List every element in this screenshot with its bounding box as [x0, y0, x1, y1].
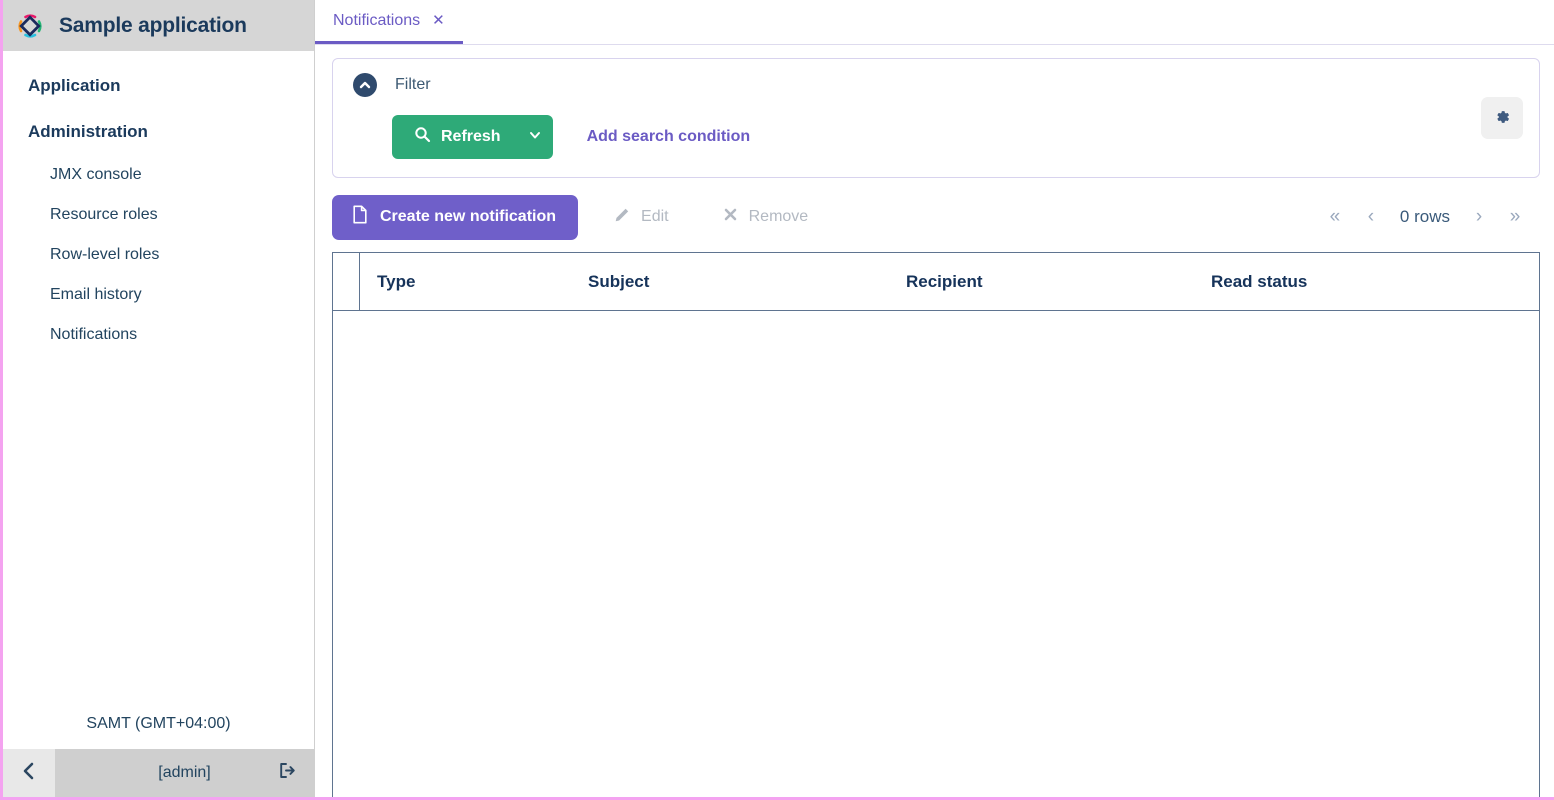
sidebar-item-row-level-roles[interactable]: Row-level roles [3, 235, 314, 275]
edit-button-label: Edit [641, 208, 669, 225]
refresh-button[interactable]: Refresh [392, 115, 553, 159]
pagination-first-button[interactable]: « [1320, 202, 1350, 232]
refresh-label: Refresh [441, 128, 501, 145]
sidebar-item-jmx-console[interactable]: JMX console [3, 155, 314, 195]
user-area[interactable]: [admin] [55, 749, 314, 797]
sidebar-header: Sample application [3, 0, 314, 51]
diamond-logo-icon [14, 10, 46, 42]
notifications-table: Type Subject Recipient Read status [332, 252, 1540, 797]
sidebar-collapse-button[interactable] [3, 749, 55, 797]
user-name: [admin] [158, 764, 211, 781]
timezone-label: SAMT (GMT+04:00) [86, 715, 231, 732]
create-new-notification-button[interactable]: Create new notification [332, 194, 579, 240]
remove-button[interactable]: Remove [705, 195, 827, 240]
remove-button-label: Remove [748, 208, 809, 225]
select-all-column-header[interactable] [333, 253, 360, 310]
gear-icon [1493, 108, 1511, 129]
column-header-type[interactable]: Type [360, 272, 571, 292]
tab-notifications[interactable]: Notifications ✕ [315, 0, 463, 44]
pagination-next-button[interactable]: › [1464, 202, 1494, 232]
action-toolbar: Create new notification Edit Remove « ‹ … [332, 194, 1540, 240]
table-body [333, 311, 1539, 797]
chevron-down-icon [528, 128, 542, 147]
tab-label: Notifications [333, 11, 421, 29]
sidebar-item-resource-roles[interactable]: Resource roles [3, 195, 314, 235]
file-icon [352, 205, 368, 229]
filter-label: Filter [395, 76, 431, 93]
logout-icon [278, 762, 296, 785]
filter-actions: Refresh Add search condition [347, 115, 1523, 159]
search-icon [414, 126, 431, 148]
sidebar-nav: Application Administration JMX console R… [3, 51, 314, 715]
pagination: « ‹ 0 rows › » [1320, 202, 1530, 232]
tab-bar: Notifications ✕ [315, 0, 1554, 45]
application-window: Sample application Application Administr… [0, 0, 1554, 800]
pagination-rows-label: 0 rows [1399, 207, 1450, 226]
sidebar-section-application[interactable]: Application [3, 63, 314, 109]
sidebar-section-administration[interactable]: Administration [3, 109, 314, 155]
pencil-icon [614, 207, 630, 228]
filter-header: Filter [347, 73, 1523, 97]
column-header-subject[interactable]: Subject [571, 272, 889, 292]
content-area: Filter Refresh Add search condition Crea… [315, 45, 1554, 797]
pagination-prev-button[interactable]: ‹ [1356, 202, 1386, 232]
filter-settings-button[interactable] [1481, 97, 1523, 139]
pagination-last-button[interactable]: » [1500, 202, 1530, 232]
main-area: Notifications ✕ Filter Refresh Add searc… [315, 0, 1554, 797]
refresh-dropdown-toggle[interactable] [517, 115, 553, 159]
sidebar-item-notifications[interactable]: Notifications [3, 315, 314, 355]
logout-button[interactable] [278, 762, 296, 785]
app-title: Sample application [59, 13, 247, 37]
column-header-read-status[interactable]: Read status [1194, 272, 1539, 292]
add-search-condition-link[interactable]: Add search condition [587, 128, 751, 146]
edit-button[interactable]: Edit [596, 195, 687, 240]
column-header-recipient[interactable]: Recipient [889, 272, 1194, 292]
sidebar-footer: [admin] [3, 749, 314, 797]
table-header-row: Type Subject Recipient Read status [333, 253, 1539, 311]
sidebar: Sample application Application Administr… [3, 0, 315, 797]
cross-icon [723, 207, 738, 227]
chevron-left-icon [21, 761, 37, 786]
filter-panel: Filter Refresh Add search condition [332, 58, 1540, 178]
close-icon[interactable]: ✕ [432, 13, 445, 28]
chevron-up-circle-icon[interactable] [353, 73, 377, 97]
refresh-button-main[interactable]: Refresh [392, 115, 517, 159]
create-button-label: Create new notification [380, 208, 557, 225]
sidebar-item-email-history[interactable]: Email history [3, 275, 314, 315]
